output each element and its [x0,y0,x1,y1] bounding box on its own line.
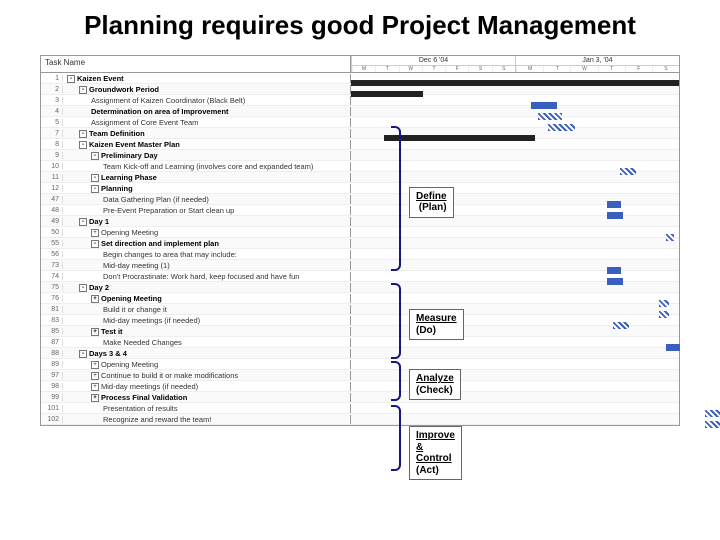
page-title: Planning requires good Project Managemen… [0,0,720,55]
expander-icon[interactable]: - [91,174,99,182]
expander-icon[interactable]: - [79,86,87,94]
table-row: 8-Kaizen Event Master Plan [41,139,679,150]
expander-icon[interactable]: + [91,328,99,336]
table-row: 10Team Kick-off and Learning (involves c… [41,161,679,172]
table-row: 98+Mid-day meetings (if needed) [41,381,679,392]
table-row: 89+Opening Meeting [41,359,679,370]
table-row: 12-Planning [41,183,679,194]
table-row: 7-Team Definition [41,128,679,139]
table-row: 97+Continue to build it or make modifica… [41,370,679,381]
phase-label: Improve & Control (Act) [409,426,462,480]
gantt-header-taskname: Task Name [41,56,351,72]
table-row: 9-Preliminary Day [41,150,679,161]
expander-icon[interactable]: - [79,130,87,138]
expander-icon[interactable]: - [79,350,87,358]
gantt-header: Task Name Dec 6 '04MTWTFSSJan 3, '04MTWT… [41,56,679,73]
expander-icon[interactable]: + [91,361,99,369]
expander-icon[interactable]: - [91,152,99,160]
table-row: 75-Day 2 [41,282,679,293]
table-row: 11-Learning Phase [41,172,679,183]
table-row: 76+Opening Meeting [41,293,679,304]
table-row: 49-Day 1 [41,216,679,227]
table-row: 74Don't Procrastinate: Work hard, keep f… [41,271,679,282]
table-row: 73Mid-day meeting (1) [41,260,679,271]
expander-icon[interactable]: + [91,383,99,391]
table-row: 4Determination on area of Improvement [41,106,679,117]
table-row: 99+Process Final Validation [41,392,679,403]
table-row: 87Make Needed Changes [41,337,679,348]
expander-icon[interactable]: + [91,229,99,237]
table-row: 88-Days 3 & 4 [41,348,679,359]
expander-icon[interactable]: + [91,394,99,402]
table-row: 81Build it or change it [41,304,679,315]
table-row: 1-Kaizen Event [41,73,679,84]
table-row: 56Begin changes to area that may include… [41,249,679,260]
gantt-rows: 1-Kaizen Event2-Groundwork Period3Assign… [41,73,679,425]
table-row: 5Assignment of Core Event Team [41,117,679,128]
table-row: 50+Opening Meeting [41,227,679,238]
expander-icon[interactable]: - [79,284,87,292]
table-row: 83Mid-day meetings (if needed) [41,315,679,326]
expander-icon[interactable]: - [91,240,99,248]
table-row: 101Presentation of results [41,403,679,414]
table-row: 85+Test it [41,326,679,337]
expander-icon[interactable]: - [79,141,87,149]
expander-icon[interactable]: - [67,75,75,83]
table-row: 47Data Gathering Plan (if needed) [41,194,679,205]
table-row: 102Recognize and reward the team! [41,414,679,425]
table-row: 48Pre-Event Preparation or Start clean u… [41,205,679,216]
expander-icon[interactable]: + [91,295,99,303]
gantt-header-months: Dec 6 '04MTWTFSSJan 3, '04MTWTFS [351,56,679,72]
expander-icon[interactable]: - [91,185,99,193]
gantt-chart: Task Name Dec 6 '04MTWTFSSJan 3, '04MTWT… [40,55,680,426]
expander-icon[interactable]: - [79,218,87,226]
table-row: 55-Set direction and implement plan [41,238,679,249]
expander-icon[interactable]: + [91,372,99,380]
